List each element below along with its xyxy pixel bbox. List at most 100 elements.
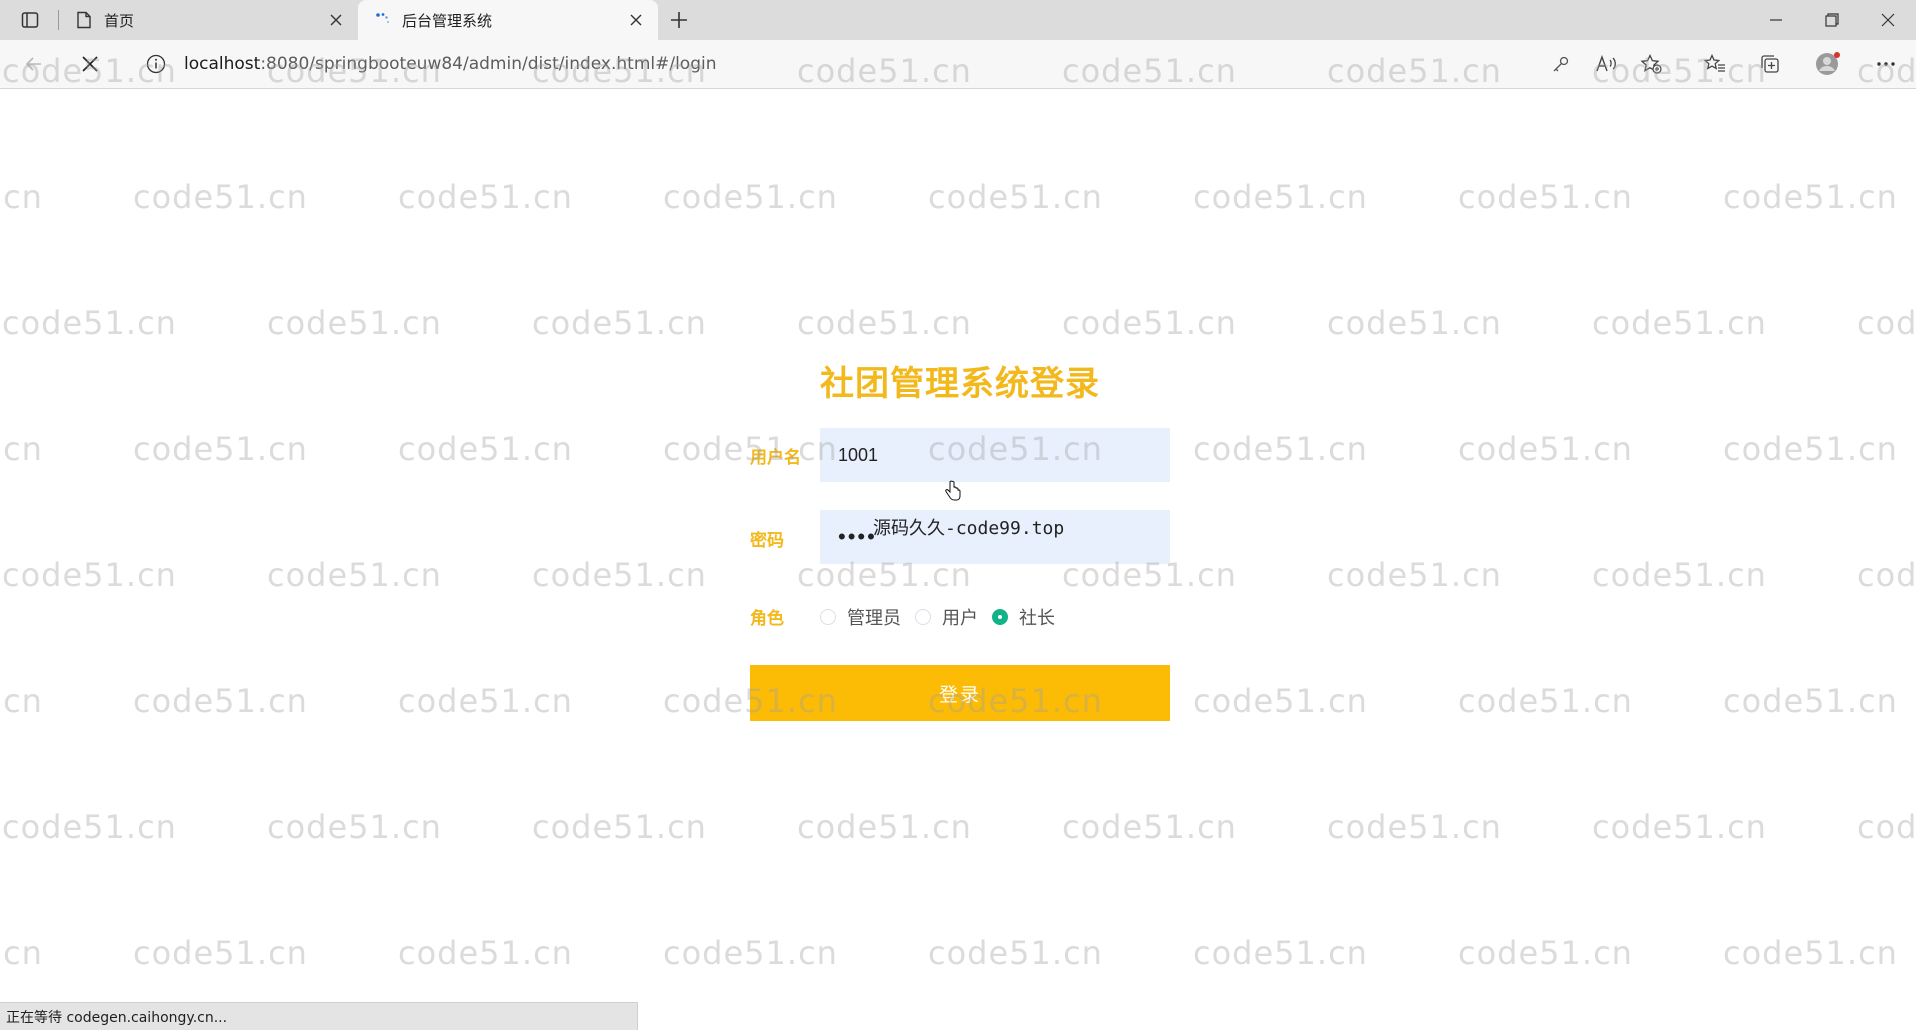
minimize-icon (1770, 19, 1782, 21)
hand-cursor-icon (944, 480, 962, 506)
tab-admin[interactable]: 后台管理系统 (358, 0, 658, 40)
watermark-text: code51.cn (1592, 808, 1767, 846)
restore-icon (1825, 13, 1839, 27)
radio-button[interactable] (915, 609, 931, 625)
close-icon[interactable] (622, 6, 650, 34)
watermark-text: code51.cn (1857, 808, 1916, 846)
radio-label: 用户 (942, 608, 978, 629)
watermark-text: code51.cn (928, 178, 1103, 216)
password-label: 密码 (750, 531, 784, 551)
watermark-text: code51.cn (1458, 178, 1633, 216)
watermark-text: code51.cn (133, 934, 308, 972)
watermark-text: code51.cn (267, 556, 442, 594)
settings-more-button[interactable] (1868, 48, 1904, 80)
watermark-text: code51.cn (133, 430, 308, 468)
watermark-text: code51.cn (1193, 682, 1368, 720)
tab-title: 后台管理系统 (402, 11, 493, 30)
url-field[interactable]: localhost:8080/springbooteuw84/admin/dis… (130, 46, 1680, 82)
watermark-text: code51.cn (797, 808, 972, 846)
watermark-text: code51.cn (1458, 430, 1633, 468)
watermark-text: code51.cn (1327, 808, 1502, 846)
tab-home[interactable]: 首页 (60, 0, 358, 40)
back-button[interactable] (16, 48, 52, 80)
watermark-text: code51.cn (2, 556, 177, 594)
role-option-admin[interactable]: 管理员 (820, 604, 901, 630)
arrow-left-icon (25, 57, 41, 71)
add-favorite-button[interactable] (1633, 48, 1669, 80)
watermark-text: code51.cn (0, 430, 43, 468)
watermark-text: code51.cn (1193, 430, 1368, 468)
role-option-user[interactable]: 用户 (915, 604, 978, 630)
watermark-text: code51.cn (1857, 556, 1916, 594)
password-overlay-text: 源码久久-code99.top (873, 518, 1065, 539)
window-close-button[interactable] (1860, 0, 1916, 40)
watermark-text: code51.cn (133, 178, 308, 216)
watermark-text: code51.cn (398, 178, 573, 216)
role-option-club-leader[interactable]: 社长 (992, 604, 1055, 630)
watermark-text: code51.cn (1592, 304, 1767, 342)
browser-tab-bar: 首页 后台管理系统 (0, 0, 1916, 40)
login-button[interactable]: 登录 (750, 665, 1170, 721)
role-radio-group: 管理员 用户 社长 (820, 603, 1069, 631)
close-icon[interactable] (322, 6, 350, 34)
radio-label: 社长 (1019, 608, 1055, 629)
profile-button[interactable] (1810, 48, 1846, 80)
watermark-text: code51.cn (532, 556, 707, 594)
watermark-text: code51.cn (928, 934, 1103, 972)
watermark-text: code51.cn (1193, 934, 1368, 972)
role-label: 角色 (750, 609, 784, 629)
watermark-text: code51.cn (1062, 808, 1237, 846)
read-aloud-button[interactable] (1588, 48, 1624, 80)
restore-button[interactable] (1804, 0, 1860, 40)
minimize-button[interactable] (1748, 0, 1804, 40)
close-icon (1881, 13, 1895, 27)
url-path: :8080/springbooteuw84/admin/dist/index.h… (260, 54, 717, 74)
tab-separator (58, 10, 59, 30)
watermark-text: code51.cn (398, 682, 573, 720)
address-bar: localhost:8080/springbooteuw84/admin/dis… (0, 40, 1916, 89)
info-icon[interactable] (144, 52, 168, 76)
watermark-text: code51.cn (0, 934, 43, 972)
radio-button[interactable] (820, 609, 836, 625)
watermark-text: code51.cn (1327, 556, 1502, 594)
radio-label: 管理员 (847, 608, 901, 629)
watermark-text: code51.cn (267, 304, 442, 342)
watermark-text: code51.cn (1458, 934, 1633, 972)
watermark-text: code51.cn (1062, 304, 1237, 342)
watermark-text: code51.cn (1592, 556, 1767, 594)
watermark-text: code51.cn (133, 682, 308, 720)
watermark-text: code51.cn (0, 682, 43, 720)
radio-button[interactable] (992, 609, 1008, 625)
stop-loading-button[interactable] (72, 48, 108, 80)
page-title: 社团管理系统登录 (820, 364, 1100, 404)
watermark-text: code51.cn (398, 934, 573, 972)
watermark-text: code51.cn (663, 934, 838, 972)
new-tab-button[interactable] (664, 6, 694, 34)
watermark-text: code51.cn (267, 808, 442, 846)
read-aloud-icon (1596, 55, 1616, 72)
status-bar: 正在等待 codegen.caihongy.cn... (0, 1002, 638, 1030)
watermark-text: code51.cn (1458, 682, 1633, 720)
favorites-icon (1704, 54, 1725, 72)
watermark-text: code51.cn (663, 178, 838, 216)
tab-actions-button[interactable] (10, 6, 50, 34)
more-horizontal-icon (1877, 62, 1895, 66)
watermark-text: code51.cn (1723, 430, 1898, 468)
tab-title: 首页 (104, 11, 135, 30)
watermark-text: code51.cn (2, 304, 177, 342)
password-key-button[interactable] (1543, 48, 1579, 80)
url-host: localhost (184, 54, 261, 74)
key-icon (1553, 56, 1569, 72)
username-input[interactable] (820, 428, 1170, 482)
watermark-text: code51.cn (532, 304, 707, 342)
watermark-text: code51.cn (797, 304, 972, 342)
watermark-text: code51.cn (1327, 304, 1502, 342)
plus-icon (671, 12, 687, 28)
favorites-button[interactable] (1697, 48, 1733, 80)
watermark-text: code51.cn (532, 808, 707, 846)
collections-button[interactable] (1752, 48, 1788, 80)
watermark-text: code51.cn (1723, 934, 1898, 972)
watermark-text: code51.cn (398, 430, 573, 468)
star-plus-icon (1640, 54, 1662, 74)
watermark-text: code51.cn (1193, 178, 1368, 216)
